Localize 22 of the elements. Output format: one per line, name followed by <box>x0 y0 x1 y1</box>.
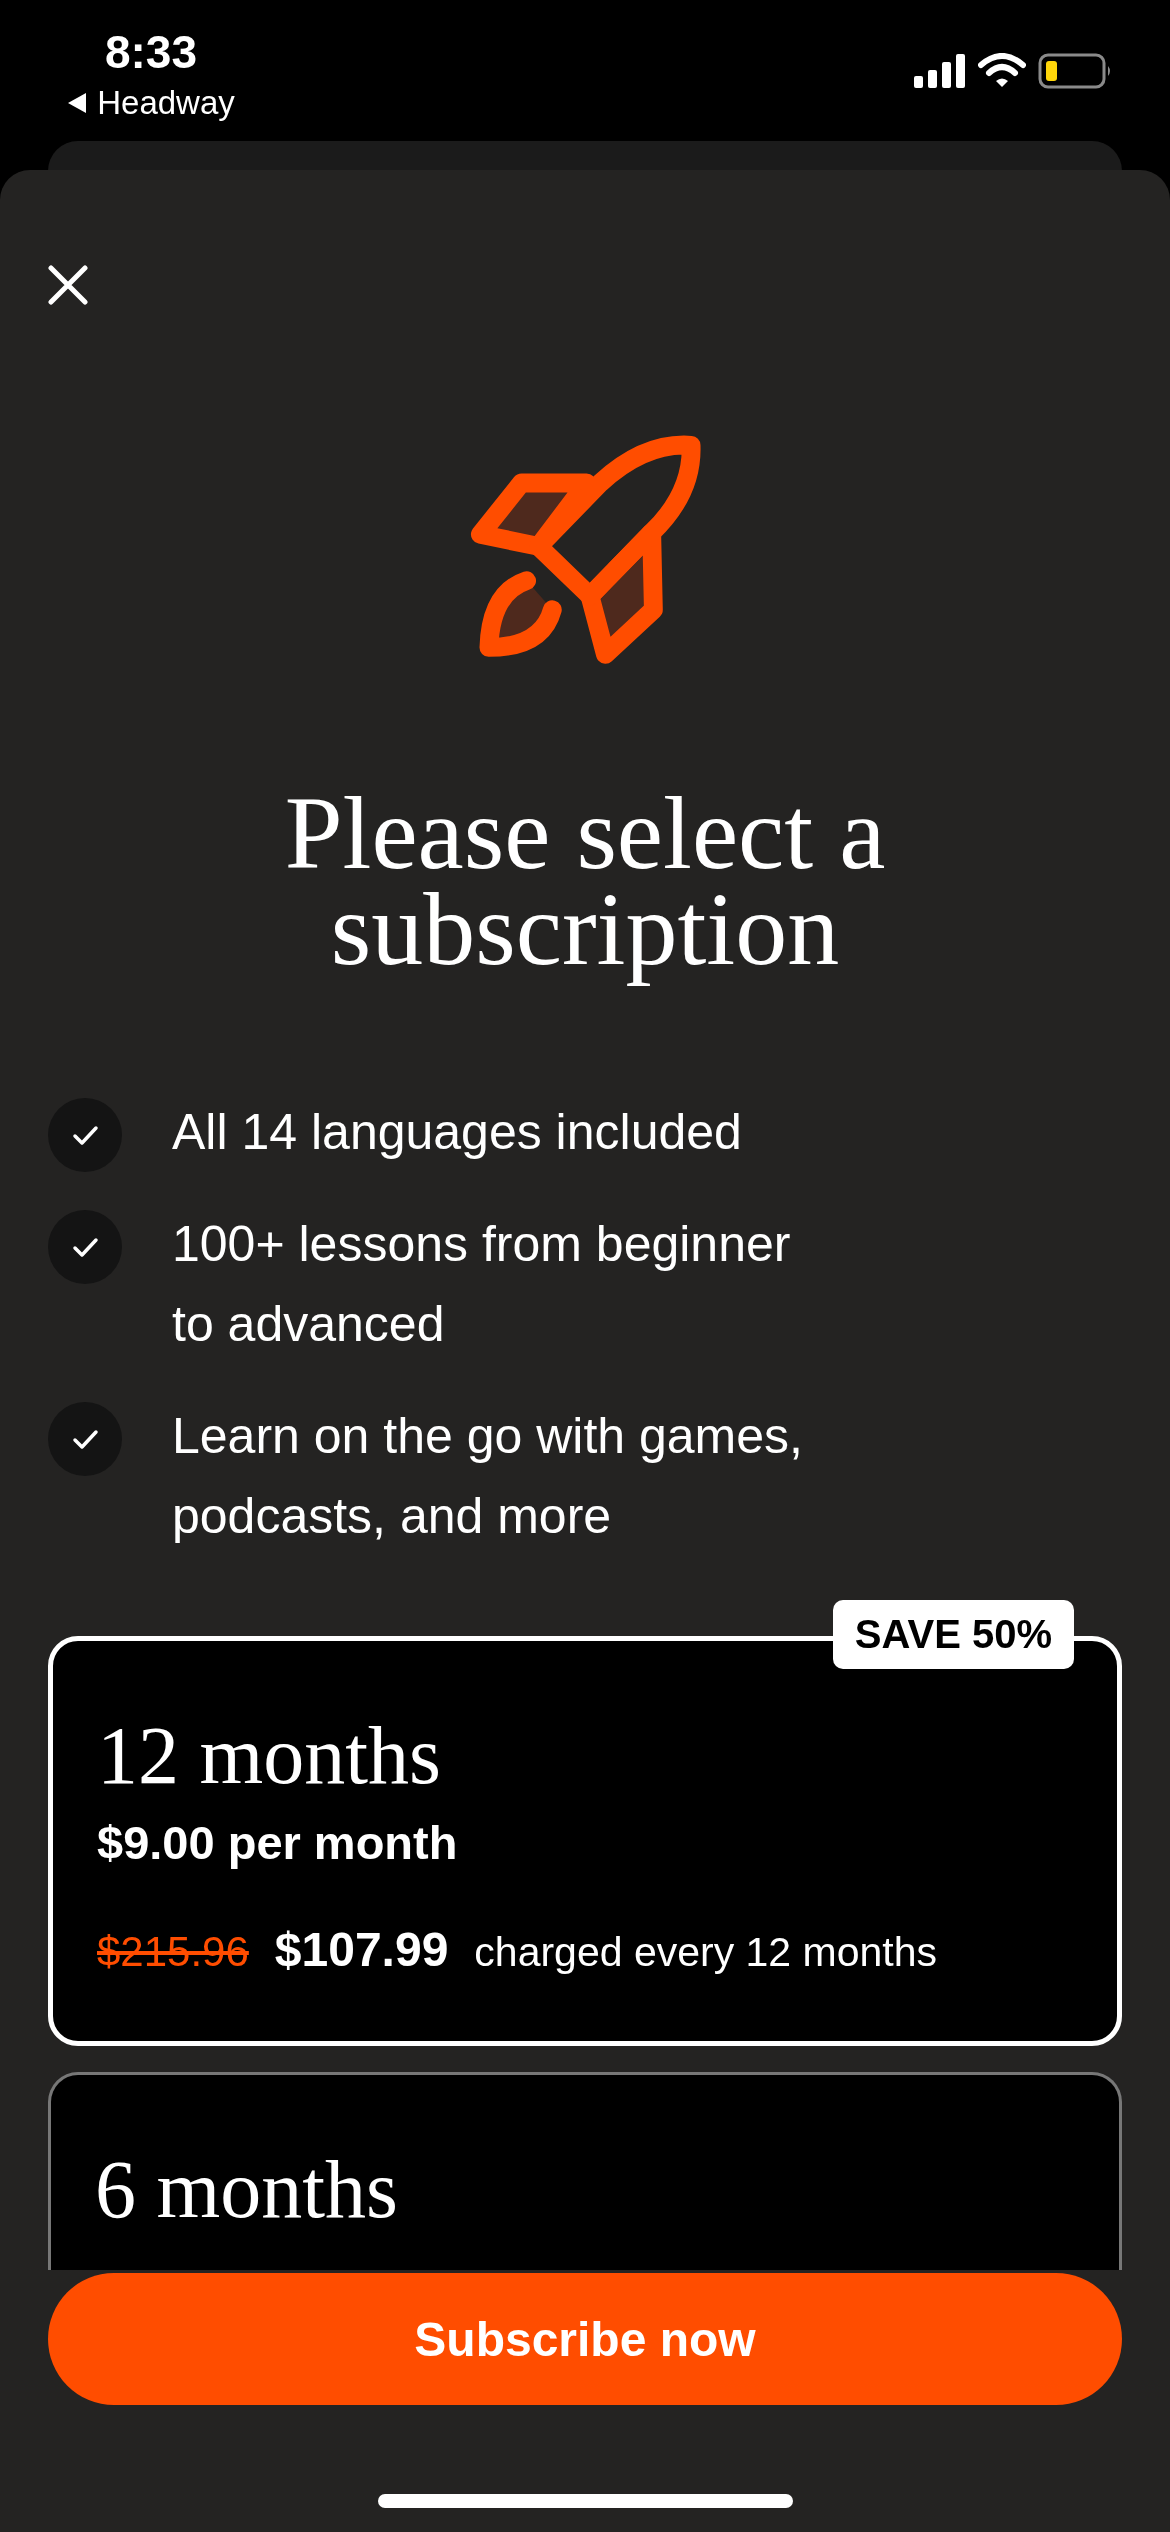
plan-price: $107.99 <box>274 1922 449 1977</box>
billing-text: charged every 12 months <box>474 1929 937 1976</box>
feature-text: All 14 languages included <box>172 1103 742 1162</box>
plan-card[interactable]: 6 months <box>48 2072 1122 2270</box>
page-title: Please select a subscription <box>283 774 887 988</box>
feature-text: 100+ lessons from beginner to advanced <box>172 1215 792 1354</box>
check-icon <box>48 1098 122 1172</box>
check-icon <box>48 1210 122 1284</box>
back-icon <box>67 92 88 114</box>
battery-icon <box>1038 53 1112 89</box>
discount-badge: SAVE 50% <box>832 1600 1074 1669</box>
plan-title: 12 months <box>97 1711 442 1801</box>
monthly-price: $9.00 per month <box>97 1815 459 1870</box>
back-link[interactable]: Headway <box>67 84 235 122</box>
wifi-icon <box>978 53 1026 89</box>
status-time: 8:33 <box>104 25 198 80</box>
old-price: $215.96 <box>97 1928 249 1976</box>
close-icon[interactable] <box>48 265 88 305</box>
feature-text: Learn on the go with games, podcasts, and more <box>172 1407 804 1546</box>
signal-icon <box>914 54 966 88</box>
check-icon <box>48 1402 122 1476</box>
plan-title: 6 months <box>95 2145 399 2235</box>
